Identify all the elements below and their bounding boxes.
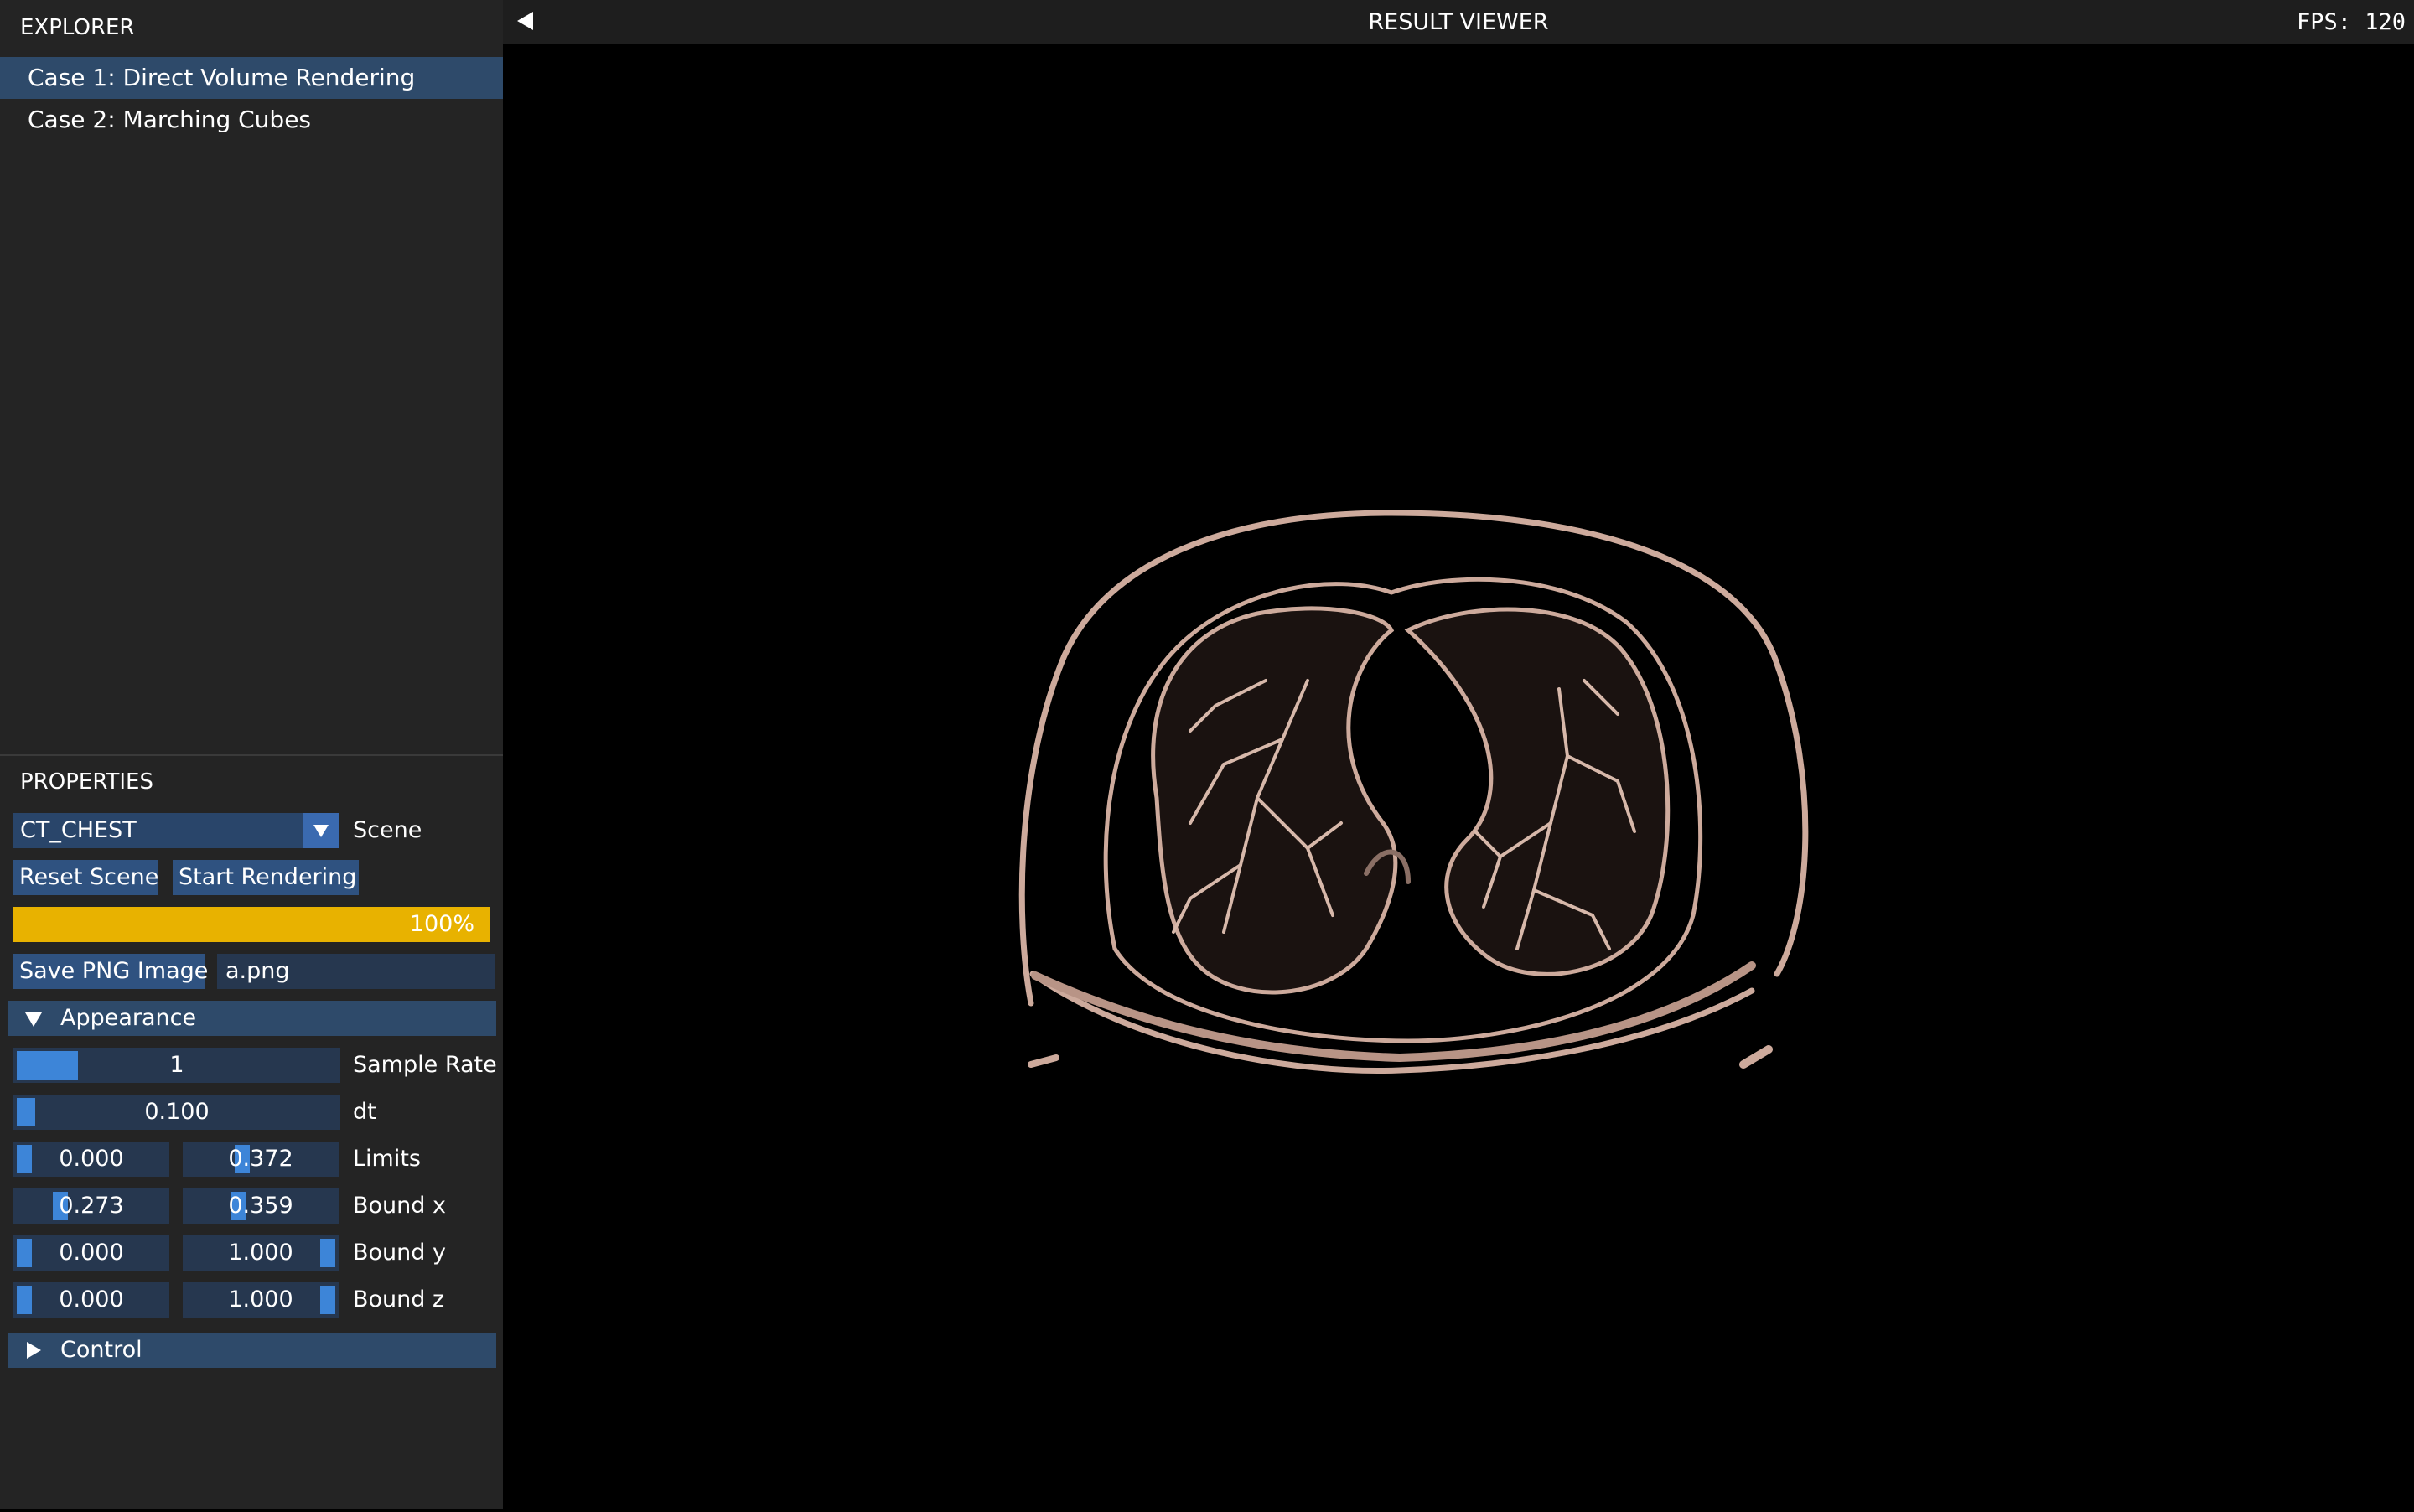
render-viewport[interactable] <box>503 44 2414 1509</box>
explorer-panel: EXPLORER Case 1: Direct Volume Rendering… <box>0 0 503 754</box>
filename-input[interactable]: a.png <box>217 954 495 989</box>
bound-y-label: Bound y <box>353 1240 446 1266</box>
dt-slider[interactable]: 0.100 <box>13 1095 340 1130</box>
slider-value: 0.273 <box>59 1193 124 1219</box>
reset-scene-button[interactable]: Reset Scene <box>13 860 158 895</box>
explorer-title: EXPLORER <box>20 15 135 40</box>
triangle-right-icon <box>27 1342 41 1359</box>
bound-x-label: Bound x <box>353 1193 446 1219</box>
progress-text: 100% <box>409 911 474 937</box>
appearance-header[interactable]: Appearance <box>8 1001 496 1036</box>
limits-min-slider[interactable]: 0.000 <box>13 1142 169 1177</box>
appearance-header-label: Appearance <box>60 1005 197 1031</box>
render-progress-bar: 100% <box>13 907 490 942</box>
sample-rate-label: Sample Rate <box>353 1052 497 1078</box>
dt-label: dt <box>353 1099 376 1125</box>
slider-value: 1.000 <box>228 1287 293 1313</box>
scene-select[interactable]: CT_CHEST <box>13 813 339 848</box>
slider-value: 0.359 <box>228 1193 293 1219</box>
case-item-label: Case 1: Direct Volume Rendering <box>28 64 416 91</box>
slider-value: 0.372 <box>228 1146 293 1172</box>
bound-y-max-slider[interactable]: 1.000 <box>183 1235 339 1271</box>
viewer-title-bar: RESULT VIEWER FPS: 120 <box>503 0 2414 44</box>
control-header[interactable]: Control <box>8 1333 496 1368</box>
bound-y-min-slider[interactable]: 0.000 <box>13 1235 169 1271</box>
sample-rate-slider[interactable]: 1 <box>13 1048 340 1083</box>
slider-value: 1.000 <box>228 1240 293 1266</box>
control-header-label: Control <box>60 1337 142 1363</box>
limits-max-slider[interactable]: 0.372 <box>183 1142 339 1177</box>
bound-x-max-slider[interactable]: 0.359 <box>183 1188 339 1224</box>
bound-z-label: Bound z <box>353 1287 445 1313</box>
slider-value: 0.000 <box>59 1146 124 1172</box>
properties-title: PROPERTIES <box>20 769 153 795</box>
slider-value: 1 <box>169 1052 184 1078</box>
bound-x-min-slider[interactable]: 0.273 <box>13 1188 169 1224</box>
case-item-label: Case 2: Marching Cubes <box>28 106 312 133</box>
case-item-marching-cubes[interactable]: Case 2: Marching Cubes <box>0 99 503 141</box>
bound-z-max-slider[interactable]: 1.000 <box>183 1282 339 1318</box>
case-item-dvr[interactable]: Case 1: Direct Volume Rendering <box>0 57 503 99</box>
bound-z-min-slider[interactable]: 0.000 <box>13 1282 169 1318</box>
limits-label: Limits <box>353 1146 421 1172</box>
properties-panel: PROPERTIES CT_CHEST Scene Reset Scene St… <box>0 756 503 1509</box>
scene-label: Scene <box>353 817 422 843</box>
viewer-title: RESULT VIEWER <box>1368 9 1549 35</box>
fps-counter: FPS: 120 <box>2296 9 2406 35</box>
chevron-down-icon[interactable] <box>303 813 339 848</box>
slider-value: 0.100 <box>144 1099 210 1125</box>
triangle-down-icon <box>25 1012 42 1027</box>
scene-select-value: CT_CHEST <box>20 817 137 843</box>
start-rendering-button[interactable]: Start Rendering <box>173 860 359 895</box>
ct-chest-render <box>1018 510 1809 1074</box>
slider-value: 0.000 <box>59 1240 124 1266</box>
save-png-button[interactable]: Save PNG Image <box>13 954 208 989</box>
slider-value: 0.000 <box>59 1287 124 1313</box>
